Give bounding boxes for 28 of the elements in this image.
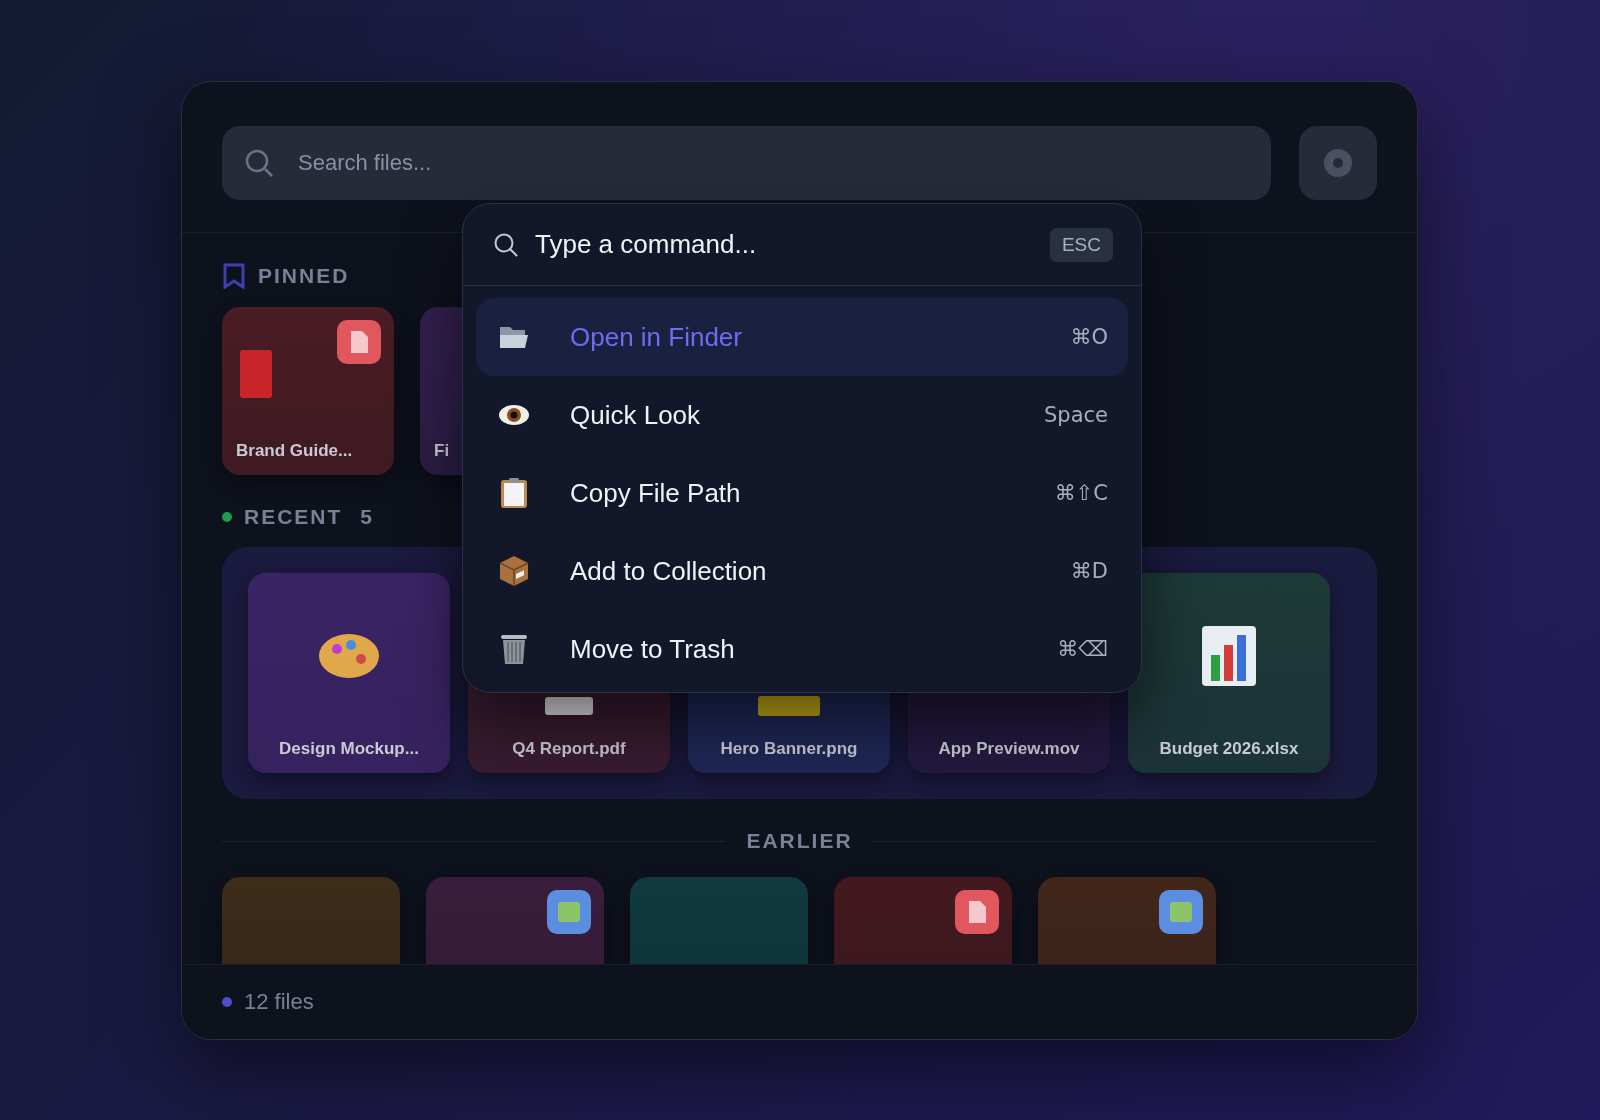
command-input[interactable]: Type a command... [535,229,1034,260]
search-field[interactable]: Search files... [222,126,1271,200]
file-card[interactable]: Design Mockup... [248,573,450,773]
file-name: Design Mockup... [279,739,419,759]
count-label: 5 [360,505,375,529]
command-item[interactable]: Open in Finder ⌘O [476,298,1128,376]
section-title: EARLIER [746,829,853,853]
file-name: Brand Guide... [236,441,353,461]
file-card[interactable]: Brand Guide... [222,307,394,475]
shortcut-hint: Space [1044,403,1108,427]
command-item[interactable]: Quick Look Space [476,376,1128,454]
shortcut-hint: ⌘⌫ [1057,637,1108,661]
shortcut-hint: ⌘D [1070,559,1108,583]
section-title: RECENT [244,505,343,529]
file-card[interactable]: Budget 2026.xlsx [1128,573,1330,773]
file-name: App Preview.mov [938,739,1080,759]
command-item[interactable]: Add to Collection ⌘D [476,532,1128,610]
shortcut-hint: ⌘O [1070,325,1108,349]
shortcut-hint: ⌘⇧C [1054,481,1108,505]
section-title: PINNED [258,264,350,288]
file-name: Budget 2026.xlsx [1159,739,1299,759]
file-count: 12 files [244,989,314,1015]
file-name: Q4 Report.pdf [512,739,626,759]
file-name: Fi [434,441,450,461]
file-name: Hero Banner.png [720,739,858,759]
command-item[interactable]: Copy File Path ⌘⇧C [476,454,1128,532]
command-item[interactable]: Move to Trash ⌘⌫ [476,610,1128,688]
esc-key-hint: ESC [1049,227,1113,262]
